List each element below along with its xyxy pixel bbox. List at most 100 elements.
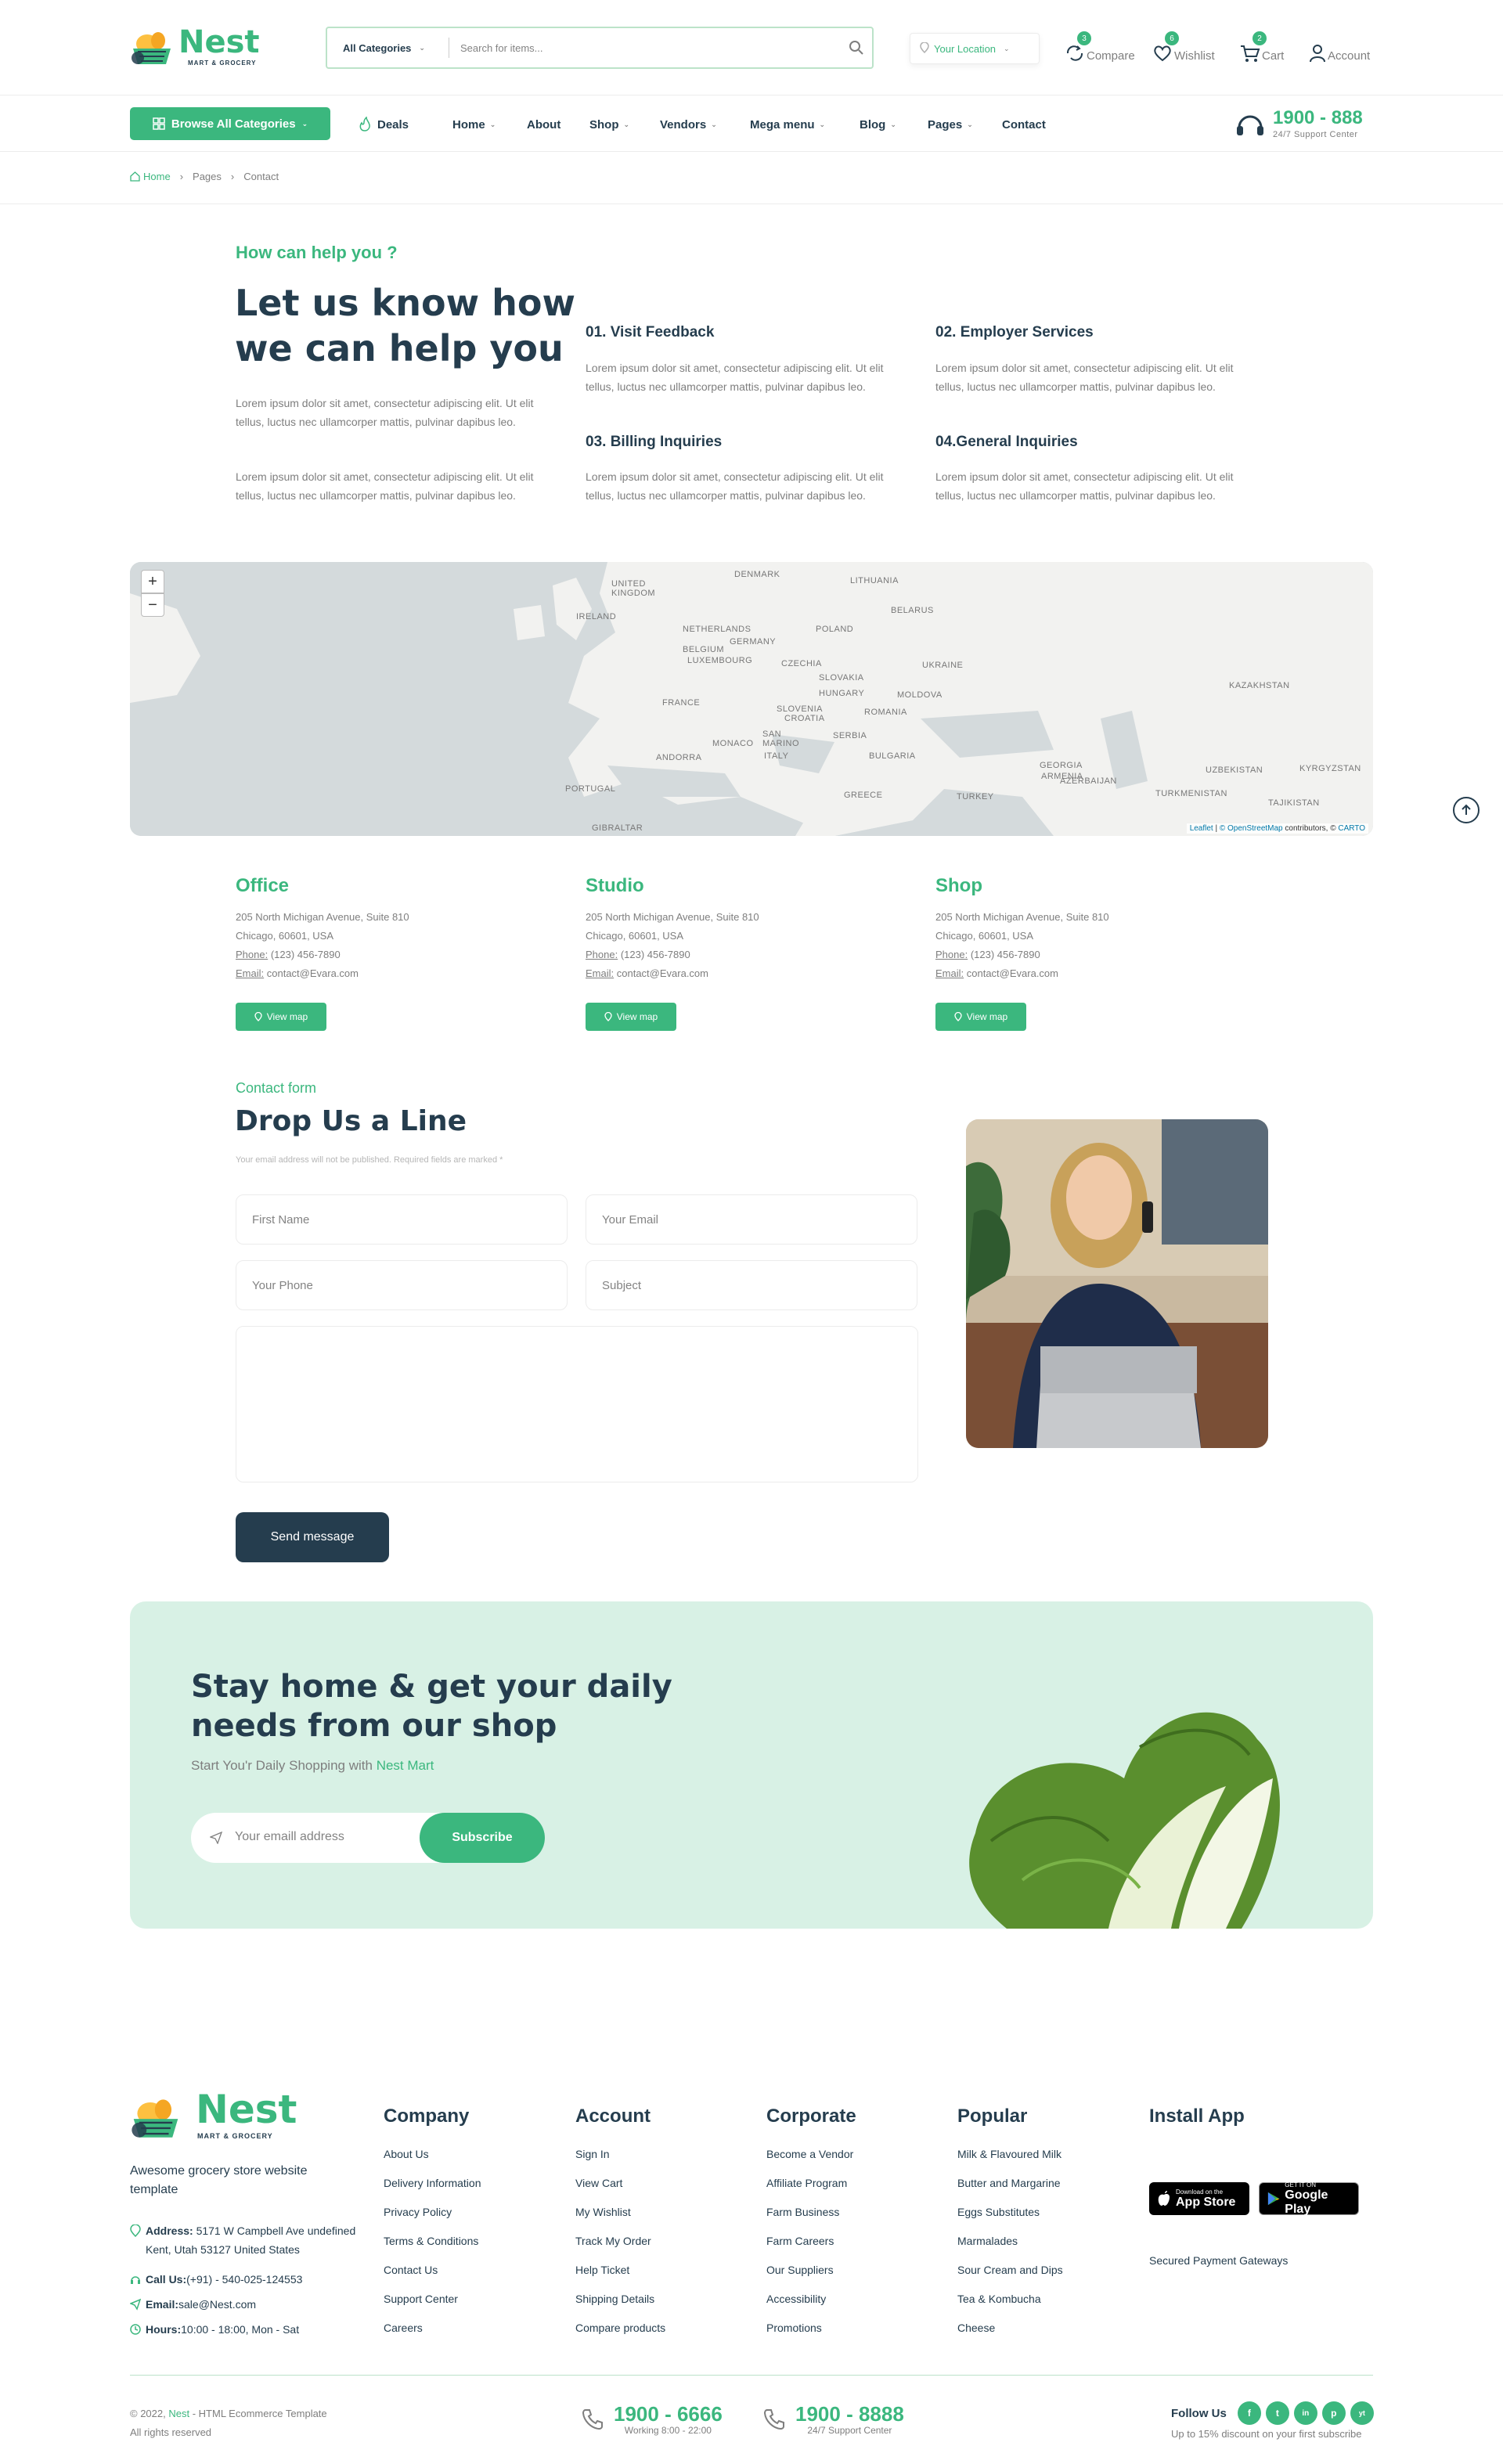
map-label: BULGARIA [869, 751, 916, 761]
subject-field[interactable]: Subject [586, 1260, 917, 1310]
nav-home[interactable]: Home ⌄ [452, 115, 496, 134]
footer-link[interactable]: Track My Order [575, 2235, 651, 2247]
footer-link[interactable]: Our Suppliers [766, 2264, 834, 2276]
view-map-button[interactable]: View map [935, 1003, 1026, 1031]
compare-link[interactable]: 3 Compare [1065, 31, 1135, 63]
footer-col-title: Account [575, 2106, 651, 2127]
footer-link[interactable]: Careers [384, 2322, 423, 2334]
office-address-line1: 205 North Michigan Avenue, Suite 810 [935, 911, 1109, 923]
email-field[interactable]: Your Email [586, 1194, 917, 1245]
footer-link[interactable]: Sign In [575, 2148, 610, 2160]
phone-field[interactable]: Your Phone [236, 1260, 568, 1310]
browse-categories-button[interactable]: Browse All Categories ⌄ [130, 107, 330, 140]
footer-link[interactable]: Privacy Policy [384, 2206, 452, 2218]
send-message-button[interactable]: Send message [236, 1512, 389, 1562]
footer-link[interactable]: Help Ticket [575, 2264, 629, 2276]
nav-mega-menu[interactable]: Mega menu ⌄ [750, 115, 825, 134]
osm-link[interactable]: © OpenStreetMap [1220, 824, 1283, 833]
footer-link[interactable]: Contact Us [384, 2264, 438, 2276]
account-link[interactable]: Account [1309, 31, 1370, 63]
service-text: Lorem ipsum dolor sit amet, consectetur … [935, 470, 1234, 502]
nav-shop[interactable]: Shop ⌄ [589, 115, 629, 134]
social-row: Follow Us f t in p yt [1171, 2401, 1374, 2425]
footer-link[interactable]: My Wishlist [575, 2206, 631, 2218]
wishlist-link[interactable]: 6 Wishlist [1152, 31, 1215, 63]
footer-link[interactable]: Shipping Details [575, 2293, 654, 2305]
footer-link[interactable]: View Cart [575, 2177, 622, 2189]
footer-link[interactable]: Accessibility [766, 2293, 826, 2305]
footer-link[interactable]: Terms & Conditions [384, 2235, 478, 2247]
facebook-icon[interactable]: f [1237, 2401, 1261, 2425]
pinterest-icon[interactable]: p [1321, 2401, 1346, 2425]
footer-link[interactable]: Farm Business [766, 2206, 839, 2218]
copyright-brand[interactable]: Nest [168, 2408, 189, 2419]
location-map[interactable]: + − UNITED KINGDOM IRELAND DENMARK LITHU… [130, 562, 1373, 836]
footer-link[interactable]: Eggs Substitutes [957, 2206, 1040, 2218]
nav-pages-label: Pages [928, 117, 963, 131]
nav-pages[interactable]: Pages ⌄ [928, 115, 973, 134]
location-select[interactable]: Your Location ⌄ [910, 33, 1040, 64]
category-select[interactable]: All Categories ⌄ [327, 38, 449, 58]
view-map-label: View map [966, 1011, 1008, 1022]
nav-about[interactable]: About [527, 115, 560, 134]
footer-logo[interactable]: Nest MART & GROCERY [130, 2088, 302, 2145]
follow-subtitle: Up to 15% discount on your first subscri… [1171, 2428, 1362, 2440]
cart-link[interactable]: 2 Cart [1240, 31, 1284, 63]
twitter-icon[interactable]: t [1265, 2401, 1289, 2425]
footer-phone-2-number: 1900 - 8888 [795, 2402, 904, 2426]
footer-link[interactable]: Butter and Margarine [957, 2177, 1061, 2189]
arrow-up-icon [1462, 804, 1471, 815]
nav-contact[interactable]: Contact [1002, 115, 1046, 134]
footer-link[interactable]: Marmalades [957, 2235, 1018, 2247]
breadcrumb-pages[interactable]: Pages [193, 171, 222, 182]
map-zoom-in-button[interactable]: + [141, 570, 164, 593]
brand-name: Nest [178, 24, 260, 60]
footer-email: Email:sale@Nest.com [130, 2295, 256, 2314]
view-map-label: View map [616, 1011, 658, 1022]
footer-link[interactable]: Promotions [766, 2322, 822, 2334]
footer-link[interactable]: Support Center [384, 2293, 458, 2305]
message-textarea[interactable] [236, 1326, 918, 1482]
compare-badge: 3 [1077, 31, 1091, 45]
contact-photo [966, 1119, 1268, 1448]
youtube-icon[interactable]: yt [1350, 2401, 1374, 2425]
newsletter-email-input[interactable]: Your emaill address [235, 1830, 344, 1844]
map-label: AZERBAIJAN [1060, 776, 1117, 786]
view-map-button[interactable]: View map [586, 1003, 676, 1031]
footer-link[interactable]: Tea & Kombucha [957, 2293, 1041, 2305]
view-map-button[interactable]: View map [236, 1003, 326, 1031]
footer-link[interactable]: Become a Vendor [766, 2148, 853, 2160]
instagram-icon[interactable]: in [1293, 2401, 1317, 2425]
footer-link[interactable]: Milk & Flavoured Milk [957, 2148, 1061, 2160]
footer-link[interactable]: Cheese [957, 2322, 995, 2334]
google-play-button[interactable]: GET IT ON Google Play [1259, 2181, 1359, 2216]
location-pin-icon [130, 2224, 141, 2237]
footer-link[interactable]: Farm Careers [766, 2235, 834, 2247]
search-input[interactable]: Search for items... [449, 42, 841, 54]
nav-blog[interactable]: Blog ⌄ [860, 115, 896, 134]
footer-link[interactable]: Sour Cream and Dips [957, 2264, 1063, 2276]
footer-link[interactable]: Affiliate Program [766, 2177, 847, 2189]
headset-icon [131, 2276, 140, 2284]
footer-link[interactable]: Delivery Information [384, 2177, 481, 2189]
footer-link[interactable]: Compare products [575, 2322, 665, 2334]
first-name-field[interactable]: First Name [236, 1194, 568, 1245]
footer-link[interactable]: About Us [384, 2148, 429, 2160]
cart-icon [1241, 45, 1260, 62]
map-zoom-out-button[interactable]: − [141, 593, 164, 617]
app-store-small: Download on the [1176, 2188, 1224, 2196]
compare-label: Compare [1087, 49, 1135, 63]
carto-link[interactable]: CARTO [1338, 824, 1365, 833]
brand-logo[interactable]: Nest MART & GROCERY [130, 25, 271, 69]
leaflet-link[interactable]: Leaflet [1190, 824, 1213, 833]
newsletter-subtitle: Start You'r Daily Shopping with Nest Mar… [191, 1758, 434, 1774]
breadcrumb-home[interactable]: Home [130, 171, 171, 182]
subscribe-button[interactable]: Subscribe [420, 1813, 545, 1863]
home-icon [130, 171, 140, 182]
scroll-to-top-button[interactable] [1453, 797, 1480, 823]
nav-deals[interactable]: Deals [357, 115, 409, 134]
nav-vendors[interactable]: Vendors ⌄ [660, 115, 717, 134]
search-icon[interactable] [841, 40, 872, 56]
newsletter-title-line1: Stay home & get your daily [191, 1669, 672, 1705]
app-store-button[interactable]: Download on the App Store [1149, 2182, 1249, 2215]
